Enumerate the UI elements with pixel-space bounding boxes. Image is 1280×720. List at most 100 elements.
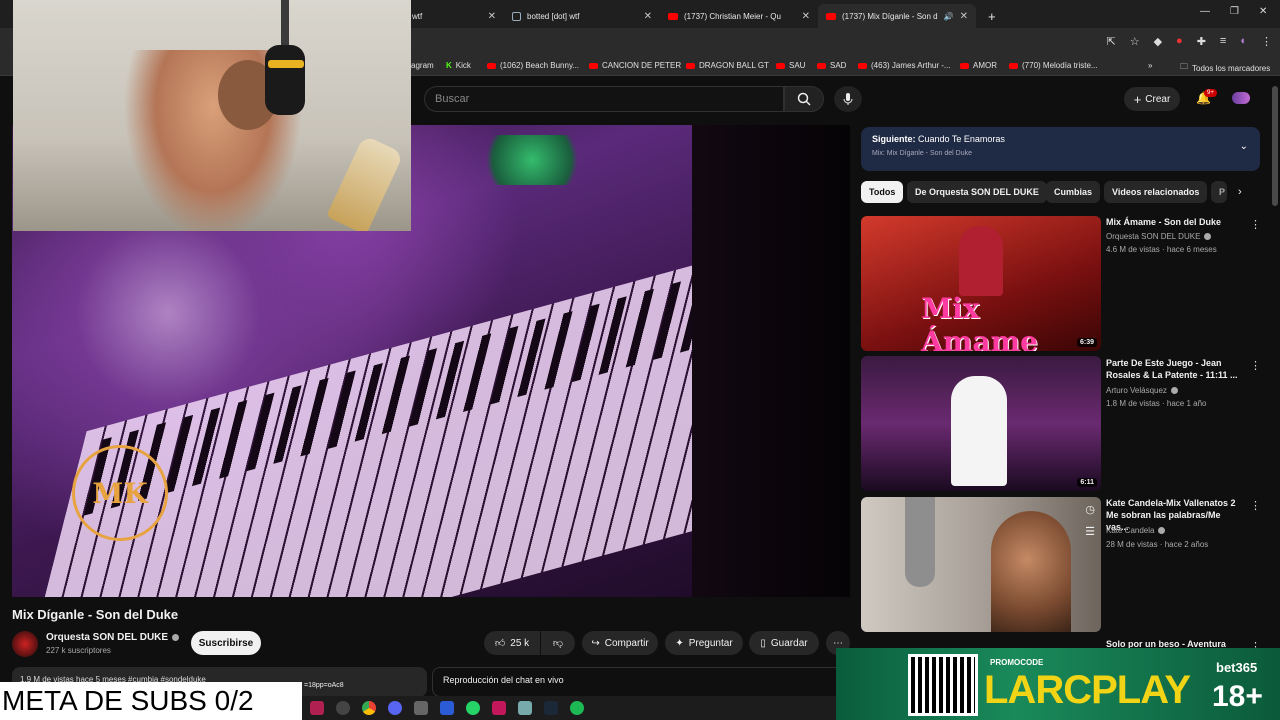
chevron-right-icon[interactable]: › bbox=[1238, 186, 1242, 198]
age-badge: 18+ bbox=[1212, 680, 1263, 713]
record-icon[interactable]: ● bbox=[1176, 35, 1183, 48]
app-icon[interactable] bbox=[518, 701, 532, 715]
page-scrollbar[interactable] bbox=[1272, 86, 1278, 206]
bookmarks-overflow-button[interactable]: » bbox=[1148, 61, 1152, 70]
app-icon[interactable] bbox=[492, 701, 506, 715]
live-chat-replay[interactable]: Reproducción del chat en vivo bbox=[432, 667, 842, 697]
speaker-icon[interactable]: 🔊 bbox=[944, 12, 954, 21]
rec-title[interactable]: Parte De Este Juego - Jean Rosales & La … bbox=[1106, 357, 1240, 381]
rec-channel[interactable]: Orquesta SON DEL DUKE bbox=[1106, 232, 1212, 241]
bookmark-item[interactable]: agram bbox=[411, 61, 434, 70]
tab-wtf[interactable]: wtf ✕ bbox=[404, 4, 504, 28]
voice-search-button[interactable] bbox=[834, 86, 862, 112]
search-input[interactable]: Buscar bbox=[424, 86, 784, 112]
youtube-icon bbox=[960, 62, 969, 69]
up-next-subtitle: Mix: Mix Díganle - Son del Duke bbox=[872, 150, 972, 157]
bookmark-star-icon[interactable]: ☆ bbox=[1130, 35, 1140, 48]
bookmark-item[interactable]: (1062) Beach Bunny... bbox=[487, 61, 579, 70]
verified-icon bbox=[1158, 527, 1166, 534]
chip-truncated[interactable]: P bbox=[1211, 181, 1227, 203]
close-window-icon[interactable]: ✕ bbox=[1259, 6, 1267, 17]
more-vertical-icon[interactable]: ⋮ bbox=[1250, 218, 1261, 231]
thumbnail-singer bbox=[991, 511, 1071, 632]
media-icon[interactable]: ≡ bbox=[1220, 35, 1226, 48]
more-vertical-icon[interactable]: ⋮ bbox=[1250, 359, 1261, 372]
close-icon[interactable]: ✕ bbox=[644, 11, 652, 22]
extension-icon[interactable]: ◆ bbox=[1154, 35, 1162, 48]
bookmark-item[interactable]: (770) Melodía triste... bbox=[1009, 61, 1098, 70]
subscriber-count: 227 k suscriptores bbox=[46, 646, 111, 655]
rec-thumbnail[interactable]: 6:11 bbox=[861, 356, 1101, 491]
obs-icon[interactable] bbox=[336, 701, 350, 715]
chevron-down-icon[interactable]: ⌄ bbox=[1240, 141, 1248, 152]
close-icon[interactable]: ✕ bbox=[802, 11, 810, 22]
rec-thumbnail[interactable]: Mix Ámame 6:39 bbox=[861, 216, 1101, 351]
steam-icon[interactable] bbox=[544, 701, 558, 715]
more-horizontal-icon: ⋯ bbox=[833, 637, 843, 649]
rec-thumbnail[interactable]: ◷ ☰ bbox=[861, 497, 1101, 632]
channel-name[interactable]: Orquesta SON DEL DUKE bbox=[46, 632, 180, 643]
new-tab-button[interactable]: + bbox=[980, 4, 1004, 28]
save-button[interactable]: ▯ Guardar bbox=[749, 631, 819, 655]
profile-icon[interactable]: ◐ bbox=[1240, 35, 1247, 48]
chip-videos-relacionados[interactable]: Videos relacionados bbox=[1104, 181, 1208, 203]
search-icon bbox=[797, 92, 811, 106]
puzzle-icon[interactable]: ✚ bbox=[1197, 35, 1206, 48]
install-icon[interactable]: ⇱ bbox=[1106, 35, 1115, 48]
minimize-icon[interactable]: — bbox=[1200, 6, 1210, 17]
subscribe-button[interactable]: Suscribirse bbox=[191, 631, 261, 655]
rec-channel[interactable]: Arturo Velásquez bbox=[1106, 386, 1178, 395]
bookmark-item[interactable]: (463) James Arthur -... bbox=[858, 61, 951, 70]
rec-meta: 4.6 M de vistas · hace 6 meses bbox=[1106, 245, 1217, 254]
watch-later-icon[interactable]: ◷ bbox=[1085, 503, 1095, 516]
like-button[interactable]: 👍︎ 25 k bbox=[484, 631, 540, 655]
chrome-icon[interactable] bbox=[362, 701, 376, 715]
calculator-icon[interactable] bbox=[414, 701, 428, 715]
app-icon[interactable] bbox=[310, 701, 324, 715]
thumbnail-studio-mic bbox=[905, 497, 935, 587]
account-avatar[interactable] bbox=[1232, 92, 1250, 104]
youtube-icon bbox=[686, 62, 695, 69]
duration-badge: 6:11 bbox=[1077, 478, 1097, 487]
whatsapp-icon[interactable] bbox=[466, 701, 480, 715]
chip-de-orquesta[interactable]: De Orquesta SON DEL DUKE bbox=[907, 181, 1047, 203]
create-button[interactable]: + Crear bbox=[1124, 87, 1180, 111]
bookmark-item[interactable]: SAD bbox=[817, 61, 846, 70]
share-button[interactable]: ↪ Compartir bbox=[582, 631, 658, 655]
tab-christian-meier[interactable]: (1737) Christian Meier - Qu ✕ bbox=[660, 4, 818, 28]
rec-title[interactable]: Mix Ámame - Son del Duke bbox=[1106, 216, 1240, 228]
chip-cumbias[interactable]: Cumbias bbox=[1046, 181, 1101, 203]
close-icon[interactable]: ✕ bbox=[488, 11, 496, 22]
tab-mix-diganle[interactable]: (1737) Mix Díganle - Son d 🔊 ✕ bbox=[818, 4, 976, 28]
bookmark-item[interactable]: SAU bbox=[776, 61, 805, 70]
discord-icon[interactable] bbox=[388, 701, 402, 715]
close-icon[interactable]: ✕ bbox=[960, 11, 968, 22]
bookmark-item[interactable]: CANCION DE PETER bbox=[589, 61, 681, 70]
bookmark-item[interactable]: K Kick bbox=[446, 61, 471, 70]
channel-watermark-logo: MK bbox=[72, 445, 168, 541]
ask-button[interactable]: ✦ Preguntar bbox=[665, 631, 743, 655]
maximize-icon[interactable]: ❐ bbox=[1230, 6, 1239, 17]
more-vertical-icon[interactable]: ⋮ bbox=[1250, 499, 1261, 512]
plus-icon: + bbox=[1133, 91, 1142, 107]
menu-icon[interactable]: ⋮ bbox=[1261, 35, 1272, 48]
rec-channel[interactable]: Kate Candela bbox=[1106, 526, 1166, 535]
word-icon[interactable] bbox=[440, 701, 454, 715]
tab-botted[interactable]: botted [dot] wtf ✕ bbox=[504, 4, 660, 28]
webcam-overlay bbox=[13, 0, 411, 231]
spotify-icon[interactable] bbox=[570, 701, 584, 715]
bookmark-item[interactable]: AMOR bbox=[960, 61, 997, 70]
kick-icon: K bbox=[446, 61, 452, 70]
channel-avatar[interactable] bbox=[12, 631, 38, 657]
dislike-button[interactable]: 👎︎ bbox=[541, 631, 575, 655]
tab-label: (1737) Mix Díganle - Son d bbox=[842, 11, 938, 21]
add-to-queue-icon[interactable]: ☰ bbox=[1085, 525, 1095, 538]
search-button[interactable] bbox=[784, 86, 824, 112]
windows-taskbar bbox=[302, 696, 842, 720]
qr-code bbox=[908, 654, 978, 716]
all-bookmarks-button[interactable]: 🗀 Todos los marcadores bbox=[1180, 61, 1270, 75]
up-next-card[interactable]: Siguiente: Cuando Te Enamoras Mix: Mix D… bbox=[861, 127, 1260, 171]
filter-chips: Todos De Orquesta SON DEL DUKE Cumbias V… bbox=[861, 181, 1260, 203]
chip-todos[interactable]: Todos bbox=[861, 181, 904, 203]
bookmark-item[interactable]: DRAGON BALL GT bbox=[686, 61, 769, 70]
